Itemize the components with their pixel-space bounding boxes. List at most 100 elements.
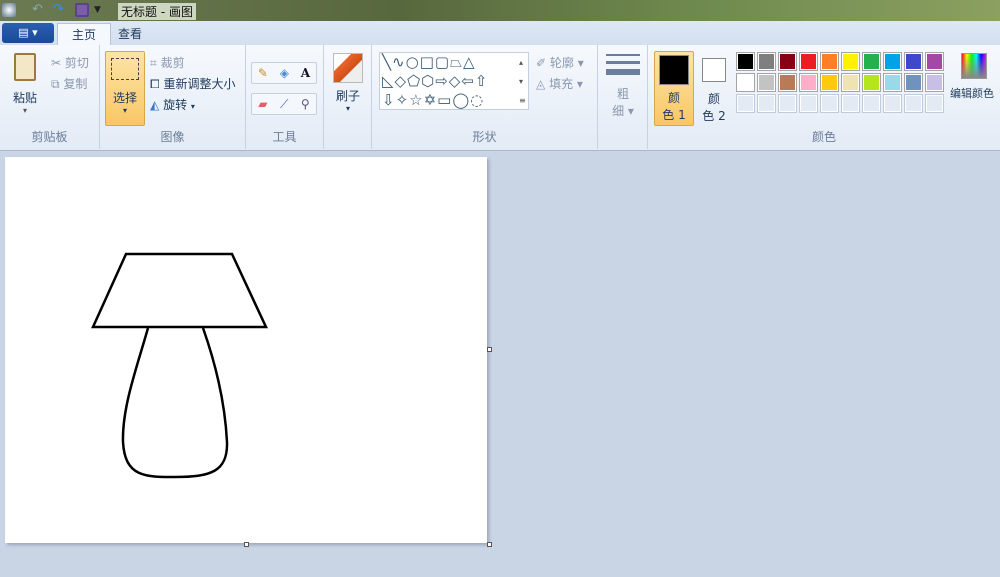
tab-home[interactable]: 主页 — [57, 23, 112, 46]
outline-icon: ✐ — [536, 56, 547, 70]
select-button[interactable]: 选择 ▾ — [105, 51, 145, 126]
shapes-row[interactable]: ⇩✧☆✡▭◯◌ — [382, 91, 528, 109]
magnifier-icon[interactable]: ⚲ — [301, 97, 310, 111]
image-group: 选择 ▾ ⌗ 裁剪 ⧠ 重新调整大小 ◭ 旋转 ▾ 图像 — [100, 45, 246, 149]
chevron-down-icon: ▾ — [22, 106, 27, 115]
scissors-icon: ✂ — [51, 56, 62, 70]
resize-handle-bottom[interactable] — [244, 542, 249, 547]
color-swatch[interactable] — [841, 52, 860, 71]
paste-button[interactable]: 粘贴 ▾ — [8, 51, 42, 123]
fill-button[interactable]: ◬ 填充 ▾ — [536, 75, 583, 92]
custom-color-slot[interactable] — [757, 94, 776, 113]
gallery-scroll[interactable]: ▴ ▾ ≡ — [519, 53, 526, 110]
tab-view[interactable]: 查看 — [104, 23, 156, 46]
resize-icon: ⧠ — [150, 77, 160, 91]
window-title: 无标题 - 画图 — [118, 3, 196, 20]
fill-label: 填充 — [549, 77, 574, 91]
title-bar: ↶ ↷ ▼ 无标题 - 画图 — [0, 0, 1000, 21]
eraser-icon[interactable]: ▰ — [258, 97, 267, 111]
shapes-row[interactable]: ◺◇⬠⬡⇨◇⇦⇧ — [382, 72, 528, 91]
custom-color-slot[interactable] — [736, 94, 755, 113]
cut-button[interactable]: ✂ 剪切 — [51, 54, 89, 71]
cut-label: 剪切 — [64, 56, 89, 70]
shapes-row[interactable]: ╲∿○□▢⏢△ — [382, 53, 528, 72]
tools-group-label: 工具 — [272, 130, 297, 144]
undo-icon[interactable]: ↶ — [32, 3, 46, 17]
color-swatch[interactable] — [862, 73, 881, 92]
color-swatch[interactable] — [799, 73, 818, 92]
custom-color-slot[interactable] — [862, 94, 881, 113]
custom-color-slot[interactable] — [883, 94, 902, 113]
color-swatch[interactable] — [778, 73, 797, 92]
custom-color-slot[interactable] — [820, 94, 839, 113]
redo-icon[interactable]: ↷ — [53, 3, 67, 17]
color-swatch[interactable] — [736, 52, 755, 71]
shapes-group-label: 形状 — [472, 130, 497, 144]
color-swatch[interactable] — [778, 52, 797, 71]
crop-button[interactable]: ⌗ 裁剪 — [150, 54, 185, 71]
select-label: 选择 — [112, 91, 137, 105]
custom-color-slot[interactable] — [799, 94, 818, 113]
color-swatch[interactable] — [883, 73, 902, 92]
resize-handle-right[interactable] — [487, 347, 492, 352]
color-swatch[interactable] — [841, 73, 860, 92]
color-swatch[interactable] — [904, 52, 923, 71]
rotate-label: 旋转 — [163, 98, 188, 112]
color-swatch[interactable] — [799, 52, 818, 71]
color-swatch[interactable] — [925, 73, 944, 92]
resize-button[interactable]: ⧠ 重新调整大小 — [150, 75, 235, 92]
paste-label: 粘贴 — [12, 91, 37, 105]
resize-handle-corner[interactable] — [487, 542, 492, 547]
color1-label-a: 颜 — [667, 91, 680, 105]
scroll-down-icon[interactable]: ▾ — [519, 72, 526, 91]
color-palette — [736, 52, 944, 113]
custom-color-slot[interactable] — [841, 94, 860, 113]
shapes-gallery[interactable]: ╲∿○□▢⏢△ ◺◇⬠⬡⇨◇⇦⇧ ⇩✧☆✡▭◯◌ — [379, 52, 529, 110]
scroll-up-icon[interactable]: ▴ — [519, 53, 526, 72]
custom-color-slot[interactable] — [904, 94, 923, 113]
paint-menu-button[interactable]: ▤ ▾ — [2, 23, 54, 43]
size-group: 粗 细 ▾ — [598, 45, 648, 149]
save-icon[interactable] — [75, 3, 89, 17]
copy-label: 复制 — [63, 77, 88, 91]
expand-gallery-icon[interactable]: ≡ — [519, 91, 526, 110]
custom-color-slot[interactable] — [778, 94, 797, 113]
paint-app-icon[interactable] — [2, 3, 16, 17]
color-swatch[interactable] — [820, 52, 839, 71]
color-swatch[interactable] — [904, 73, 923, 92]
resize-label: 重新调整大小 — [163, 77, 236, 91]
color-picker-icon[interactable]: ⟋ — [280, 97, 288, 112]
line-width-icon — [606, 54, 640, 75]
color-swatch[interactable] — [736, 73, 755, 92]
size-button[interactable]: 粗 细 ▾ — [606, 54, 640, 119]
drawing-canvas[interactable] — [5, 157, 487, 543]
pencil-icon[interactable]: ✎ — [258, 66, 268, 80]
custom-color-slot[interactable] — [925, 94, 944, 113]
clipboard-group-label: 剪贴板 — [31, 130, 68, 144]
color-swatch[interactable] — [757, 52, 776, 71]
edit-colors-button[interactable]: 编辑颜色 — [950, 53, 998, 101]
color-swatch[interactable] — [883, 52, 902, 71]
color-swatch[interactable] — [862, 52, 881, 71]
color2-button[interactable]: 颜 色 2 — [698, 51, 730, 126]
ribbon: 粘贴 ▾ ✂ 剪切 ⧉ 复制 剪贴板 选择 ▾ ⌗ 裁剪 ⧠ 重新调整大小 ◭ … — [0, 45, 1000, 151]
color1-button[interactable]: 颜 色 1 — [654, 51, 694, 126]
text-icon[interactable]: A — [301, 66, 310, 80]
chevron-down-icon: ▾ — [122, 106, 127, 115]
color-swatch[interactable] — [820, 73, 839, 92]
outline-button[interactable]: ✐ 轮廓 ▾ — [536, 54, 584, 71]
color-swatch[interactable] — [925, 52, 944, 71]
brushes-button[interactable]: 刷子 ▾ — [330, 53, 366, 113]
colors-group-label: 颜色 — [811, 130, 836, 144]
mushroom-drawing — [91, 252, 268, 479]
select-rectangle-icon — [111, 58, 139, 80]
rotate-button[interactable]: ◭ 旋转 ▾ — [150, 96, 195, 113]
customize-quick-access-icon[interactable]: ▼ — [94, 3, 108, 17]
fill-bucket-icon[interactable]: ◈ — [280, 66, 289, 80]
rotate-icon: ◭ — [150, 98, 160, 112]
color2-label-b: 色 2 — [702, 109, 726, 123]
cap-shape — [91, 252, 268, 329]
copy-button[interactable]: ⧉ 复制 — [51, 75, 87, 92]
crop-label: 裁剪 — [160, 56, 185, 70]
color-swatch[interactable] — [757, 73, 776, 92]
